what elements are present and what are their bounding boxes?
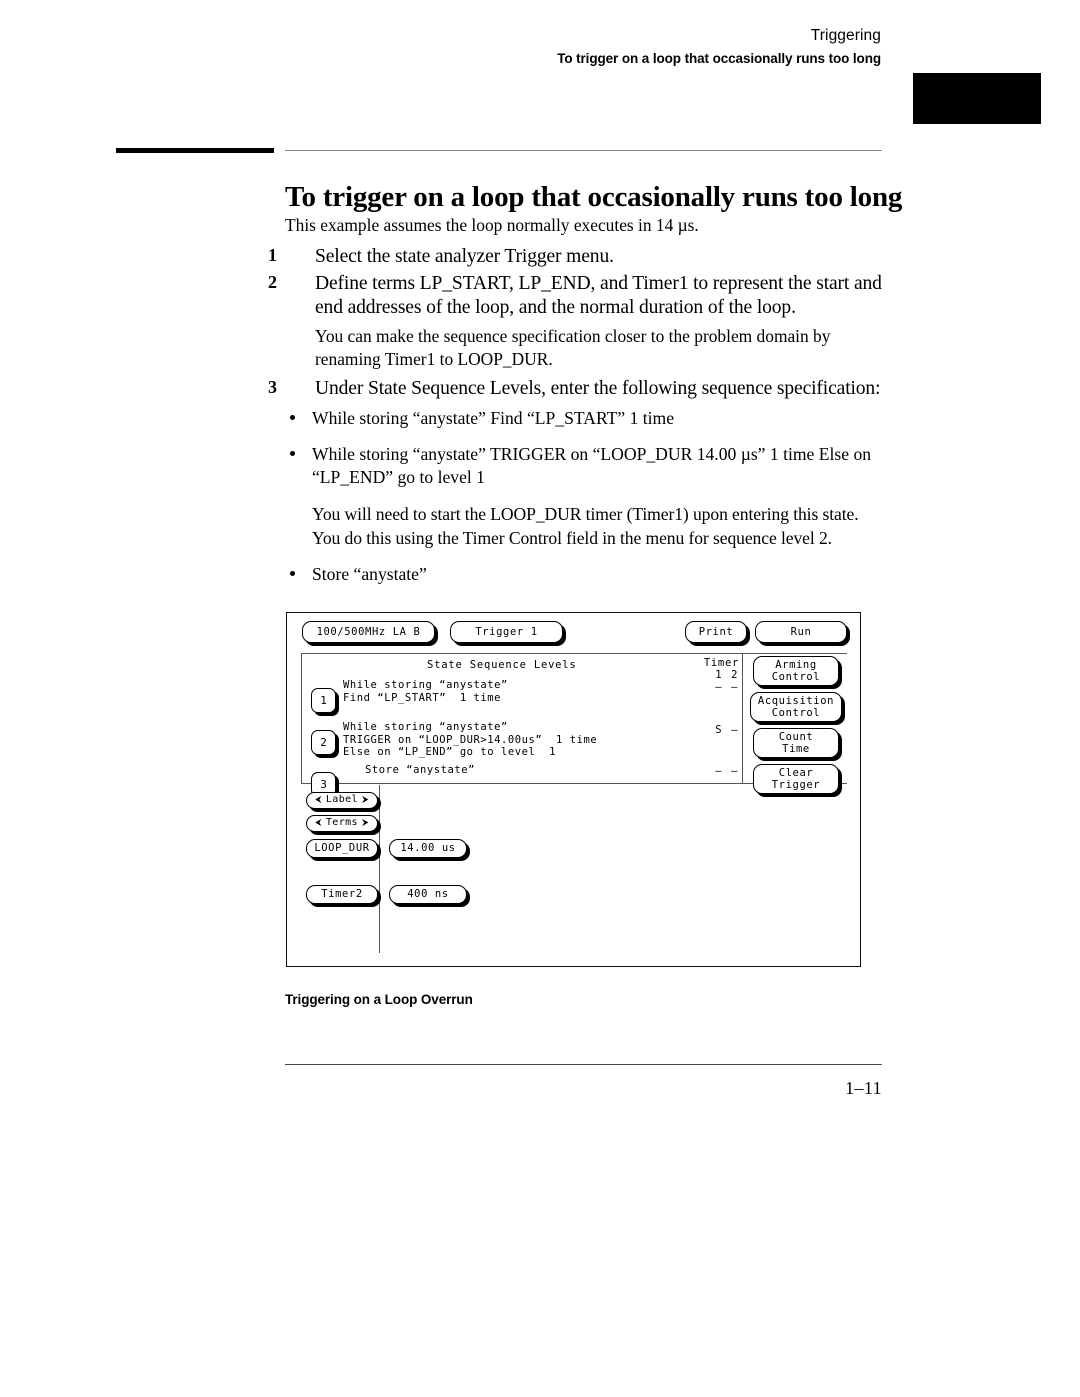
panel-vertical-divider	[742, 653, 744, 783]
terms-selector-label: Terms	[325, 817, 358, 829]
clear-trigger-button[interactable]: Clear Trigger	[753, 764, 839, 794]
specification-bullet-list: While storing “anystate” Find “LP_START”…	[285, 407, 885, 586]
print-label: Print	[698, 625, 734, 638]
lower-panel-vertical-divider	[379, 785, 381, 953]
timer-status-level-2: S –	[715, 724, 739, 736]
step-2-number: 2	[268, 271, 277, 292]
sequence-level-chip-2[interactable]: 2	[311, 730, 336, 755]
count-time-button[interactable]: Count Time	[753, 728, 839, 758]
arrow-left-icon: ⮜	[315, 818, 322, 828]
list-item: Store “anystate”	[285, 563, 885, 587]
timer-status-level-3: – –	[715, 765, 739, 777]
intro-paragraph: This example assumes the loop normally e…	[285, 215, 699, 235]
arming-control-button[interactable]: Arming Control	[753, 656, 839, 686]
body-content: This example assumes the loop normally e…	[268, 214, 885, 598]
step-2-text: Define terms LP_START, LP_END, and Timer…	[315, 272, 882, 319]
module-select-button[interactable]: 100/500MHz LA B	[302, 621, 435, 643]
term-value-timer2-button[interactable]: 400 ns	[389, 885, 467, 904]
bullet-sub-note-wrapper: You will need to start the LOOP_DUR time…	[285, 502, 885, 551]
clear-trigger-label-line2: Trigger	[771, 779, 821, 791]
instrument-screen-figure: 100/500MHz LA B Trigger 1 Print Run Stat…	[286, 612, 861, 967]
term-name-timer2-button[interactable]: Timer2	[306, 885, 378, 904]
running-header: Triggering To trigger on a loop that occ…	[0, 26, 881, 69]
bullet-dot-icon	[290, 570, 295, 576]
sequence-level-3-text[interactable]: Store “anystate”	[365, 764, 475, 777]
acquisition-control-button[interactable]: Acquisition Control	[750, 692, 842, 722]
run-label: Run	[790, 625, 812, 638]
sequence-level-chip-1[interactable]: 1	[311, 688, 336, 713]
step-1-text: Select the state analyzer Trigger menu.	[315, 246, 614, 267]
footer-rule	[285, 1064, 882, 1065]
label-selector-button[interactable]: ⮜ Label ⮞	[306, 792, 378, 809]
step-3: 3 Under State Sequence Levels, enter the…	[268, 377, 885, 402]
sequence-level-chip-3-label: 3	[320, 778, 327, 791]
list-item: While storing “anystate” TRIGGER on “LOO…	[285, 443, 885, 490]
step-2: 2 Define terms LP_START, LP_END, and Tim…	[268, 272, 885, 371]
count-time-label-line1: Count	[778, 730, 814, 743]
sequence-level-chip-1-label: 1	[320, 694, 327, 707]
thumb-tab-marker	[913, 73, 1041, 124]
acquisition-control-label-line1: Acquisition	[757, 694, 835, 707]
trigger-menu-button[interactable]: Trigger 1	[450, 621, 563, 643]
term-value-loop-dur-label: 14.00 us	[400, 842, 456, 855]
arrow-right-icon: ⮞	[361, 818, 369, 828]
sequence-level-chip-2-label: 2	[320, 736, 327, 749]
sequence-level-1-text[interactable]: While storing “anystate” Find “LP_START”…	[343, 679, 508, 704]
title-rule-thin	[285, 150, 882, 151]
state-sequence-levels-title: State Sequence Levels	[427, 659, 577, 671]
bullet-dot-icon	[290, 415, 295, 420]
arming-control-label-line1: Arming	[775, 658, 817, 671]
step-3-text: Under State Sequence Levels, enter the f…	[315, 377, 881, 399]
step-1-number: 1	[268, 245, 277, 265]
step-1: 1 Select the state analyzer Trigger menu…	[268, 245, 885, 270]
term-value-timer2-label: 400 ns	[407, 888, 449, 901]
bullet-text: While storing “anystate” TRIGGER on “LOO…	[312, 443, 872, 488]
acquisition-control-label-line2: Control	[771, 707, 821, 719]
run-button[interactable]: Run	[755, 621, 847, 643]
timer-status-level-1: – –	[715, 681, 739, 693]
bullet-sub-note: You will need to start the LOOP_DUR time…	[312, 503, 859, 549]
list-item: While storing “anystate” Find “LP_START”…	[285, 407, 885, 431]
step-2-note: You can make the sequence specification …	[315, 325, 831, 369]
count-time-label-line2: Time	[782, 743, 810, 755]
trigger-menu-label: Trigger 1	[475, 625, 538, 638]
term-name-loop-dur-label: LOOP_DUR	[314, 842, 370, 855]
term-value-loop-dur-button[interactable]: 14.00 us	[389, 839, 467, 858]
print-button[interactable]: Print	[685, 621, 747, 643]
figure-caption: Triggering on a Loop Overrun	[285, 992, 473, 1007]
term-name-timer2-label: Timer2	[321, 888, 363, 901]
page-title: To trigger on a loop that occasionally r…	[285, 181, 903, 214]
title-rule-thick	[116, 148, 274, 153]
term-name-loop-dur-button[interactable]: LOOP_DUR	[306, 839, 378, 858]
terms-selector-button[interactable]: ⮜ Terms ⮞	[306, 815, 378, 832]
arming-control-label-line2: Control	[771, 671, 821, 683]
header-section-title: To trigger on a loop that occasionally r…	[557, 51, 881, 66]
timer-column-subheader: 1 2	[715, 669, 739, 681]
bullet-text: Store “anystate”	[312, 563, 427, 584]
page-number: 1–11	[845, 1078, 882, 1098]
clear-trigger-label-line1: Clear	[778, 766, 814, 779]
header-chapter-title: Triggering	[810, 27, 881, 44]
arrow-right-icon: ⮞	[361, 795, 369, 805]
sequence-level-2-text[interactable]: While storing “anystate” TRIGGER on “LOO…	[343, 721, 597, 759]
bullet-text: While storing “anystate” Find “LP_START”…	[312, 408, 675, 428]
step-3-number: 3	[268, 376, 277, 397]
bullet-dot-icon	[290, 450, 295, 456]
label-selector-label: Label	[325, 794, 358, 806]
module-select-label: 100/500MHz LA B	[316, 625, 421, 638]
arrow-left-icon: ⮜	[315, 795, 322, 805]
timer-column-header: Timer	[703, 657, 739, 669]
